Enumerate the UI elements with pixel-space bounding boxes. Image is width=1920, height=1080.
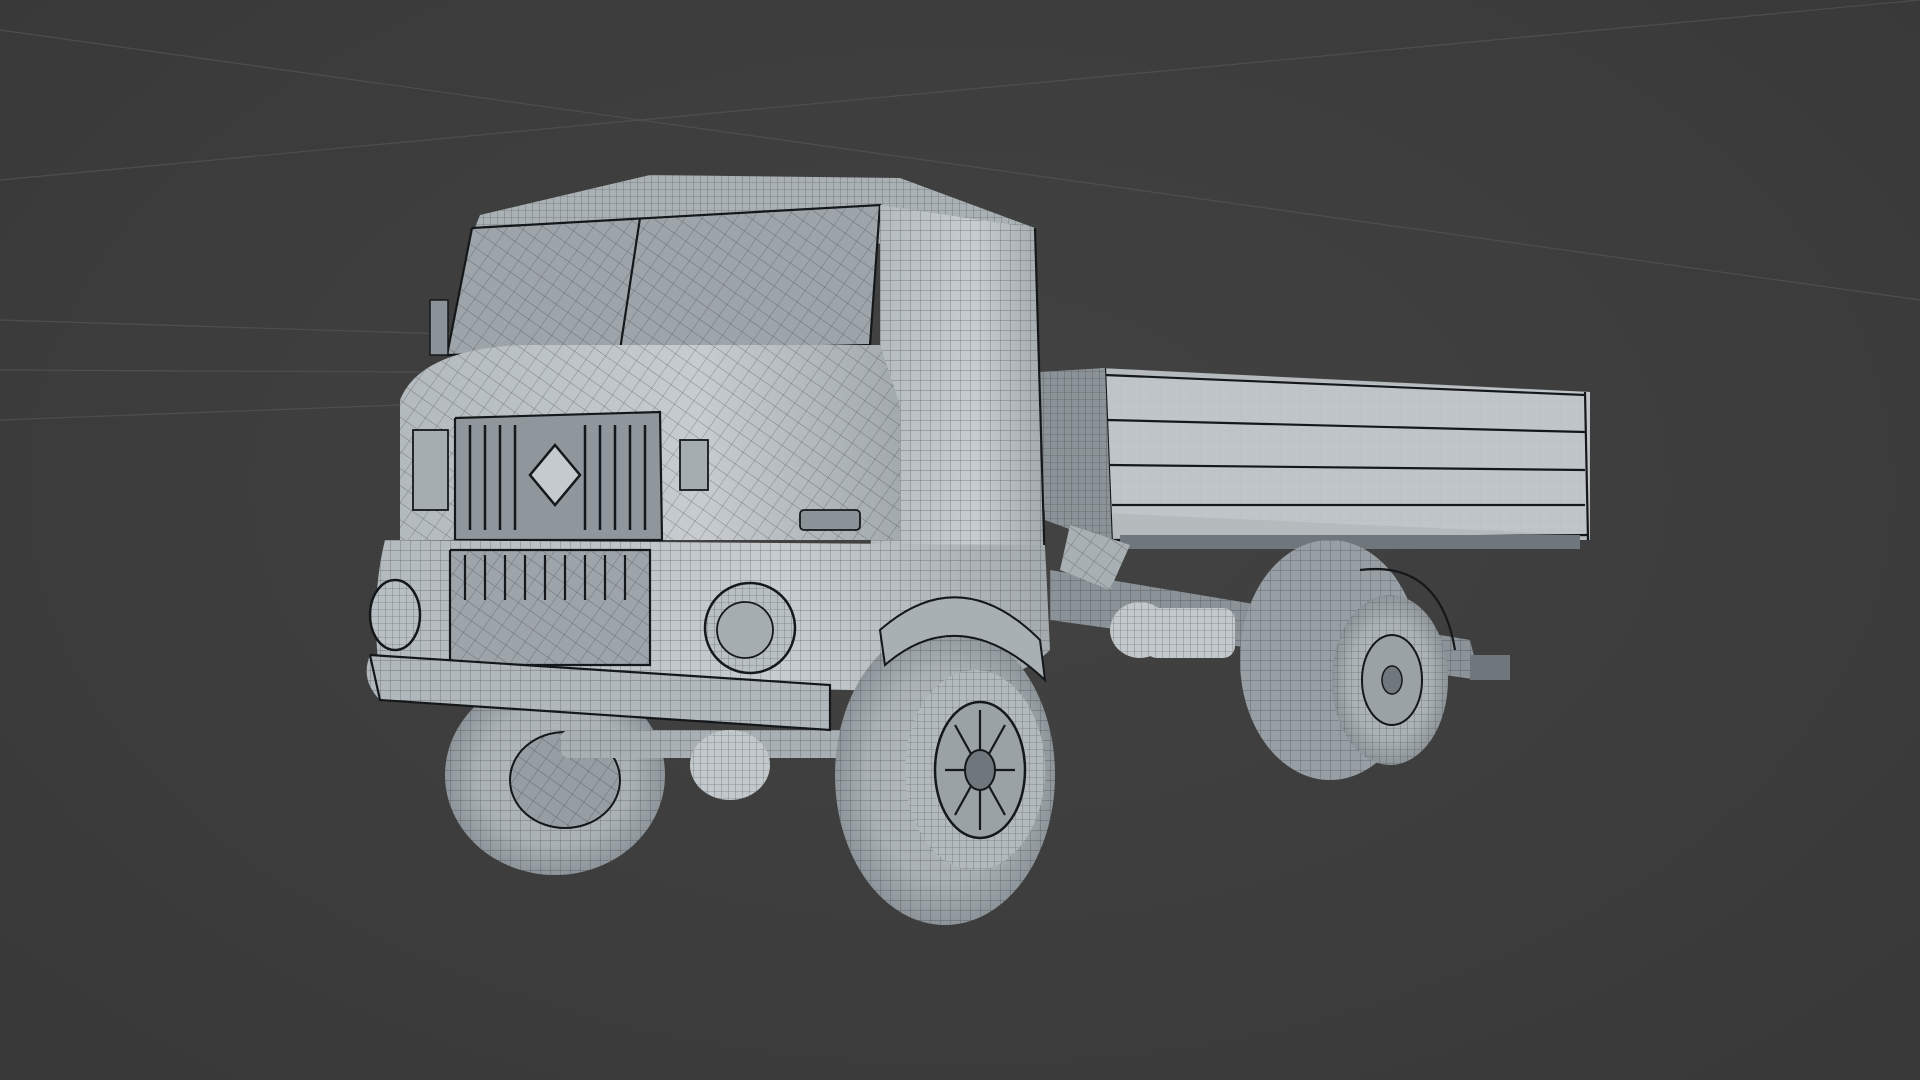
front-right-wheel[interactable] bbox=[835, 625, 1055, 925]
viewport-canvas[interactable] bbox=[0, 0, 1920, 1080]
truck-model[interactable] bbox=[366, 175, 1590, 925]
3d-viewport[interactable] bbox=[0, 0, 1920, 1080]
rear-wheel[interactable] bbox=[1240, 540, 1457, 780]
headlight-left bbox=[368, 578, 422, 652]
headlight-right bbox=[703, 581, 797, 675]
cargo-bed[interactable] bbox=[1040, 367, 1590, 549]
